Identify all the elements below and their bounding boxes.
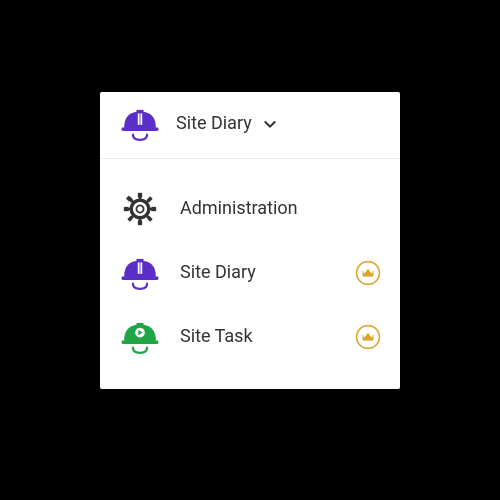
helmet-green-icon (118, 315, 162, 359)
dropdown-panel: Site Diary (100, 92, 400, 389)
menu-item-administration[interactable]: Administration (100, 177, 400, 241)
dropdown-menu: Administration Site Diary (100, 159, 400, 389)
chevron-down-icon (262, 116, 278, 132)
helmet-purple-icon (118, 251, 162, 295)
badge-empty (354, 195, 382, 223)
menu-label: Administration (180, 198, 336, 219)
gear-icon (118, 187, 162, 231)
dropdown-header[interactable]: Site Diary (100, 92, 400, 159)
menu-item-site-task[interactable]: Site Task (100, 305, 400, 369)
menu-label: Site Diary (180, 262, 336, 283)
menu-label: Site Task (180, 326, 336, 347)
menu-item-site-diary[interactable]: Site Diary (100, 241, 400, 305)
crown-badge-icon (354, 323, 382, 351)
crown-badge-icon (354, 259, 382, 287)
dropdown-title: Site Diary (176, 113, 252, 134)
helmet-purple-icon (118, 102, 162, 146)
